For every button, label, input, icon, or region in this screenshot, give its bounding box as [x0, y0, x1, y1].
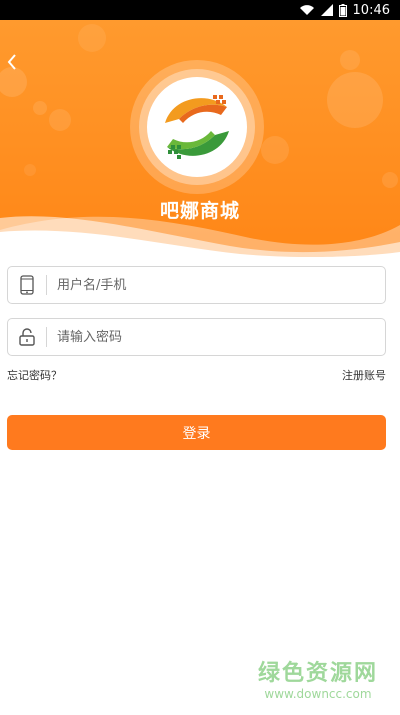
logo-mark: [165, 95, 229, 159]
back-arrow-icon: [7, 54, 16, 70]
login-screen: 10:46 吧娜商城 用户名/手机 忘记密码？ 注册账号 登录 绿色资源网 ww…: [0, 0, 400, 715]
watermark-brand: 绿色资源网: [257, 661, 378, 686]
wifi-icon: [299, 4, 315, 16]
watermark: 绿色资源网 www.downcc.com: [258, 655, 378, 701]
app-logo: [147, 77, 247, 177]
signal-icon: [320, 4, 333, 16]
forgot-password-link[interactable]: 忘记密码？: [7, 367, 62, 383]
app-title: 吧娜商城: [159, 200, 240, 222]
header-banner: 吧娜商城: [0, 20, 400, 260]
watermark-url: www.downcc.com: [264, 687, 372, 701]
password-field[interactable]: [7, 318, 386, 356]
field-divider: [46, 275, 47, 295]
login-button[interactable]: 登录: [7, 415, 386, 450]
password-input[interactable]: [57, 322, 385, 352]
status-bar: 10:46: [0, 0, 400, 20]
username-input[interactable]: [57, 270, 385, 300]
status-time: 10:46: [352, 2, 390, 18]
back-button[interactable]: [2, 50, 22, 74]
lock-icon: [8, 318, 46, 356]
field-divider: [46, 327, 47, 347]
register-link[interactable]: 注册账号: [342, 367, 386, 383]
battery-icon: [338, 3, 347, 17]
username-field[interactable]: [7, 266, 386, 304]
app-logo-ring: [139, 69, 255, 185]
phone-icon: [8, 266, 46, 304]
app-logo-halo: [130, 60, 264, 194]
